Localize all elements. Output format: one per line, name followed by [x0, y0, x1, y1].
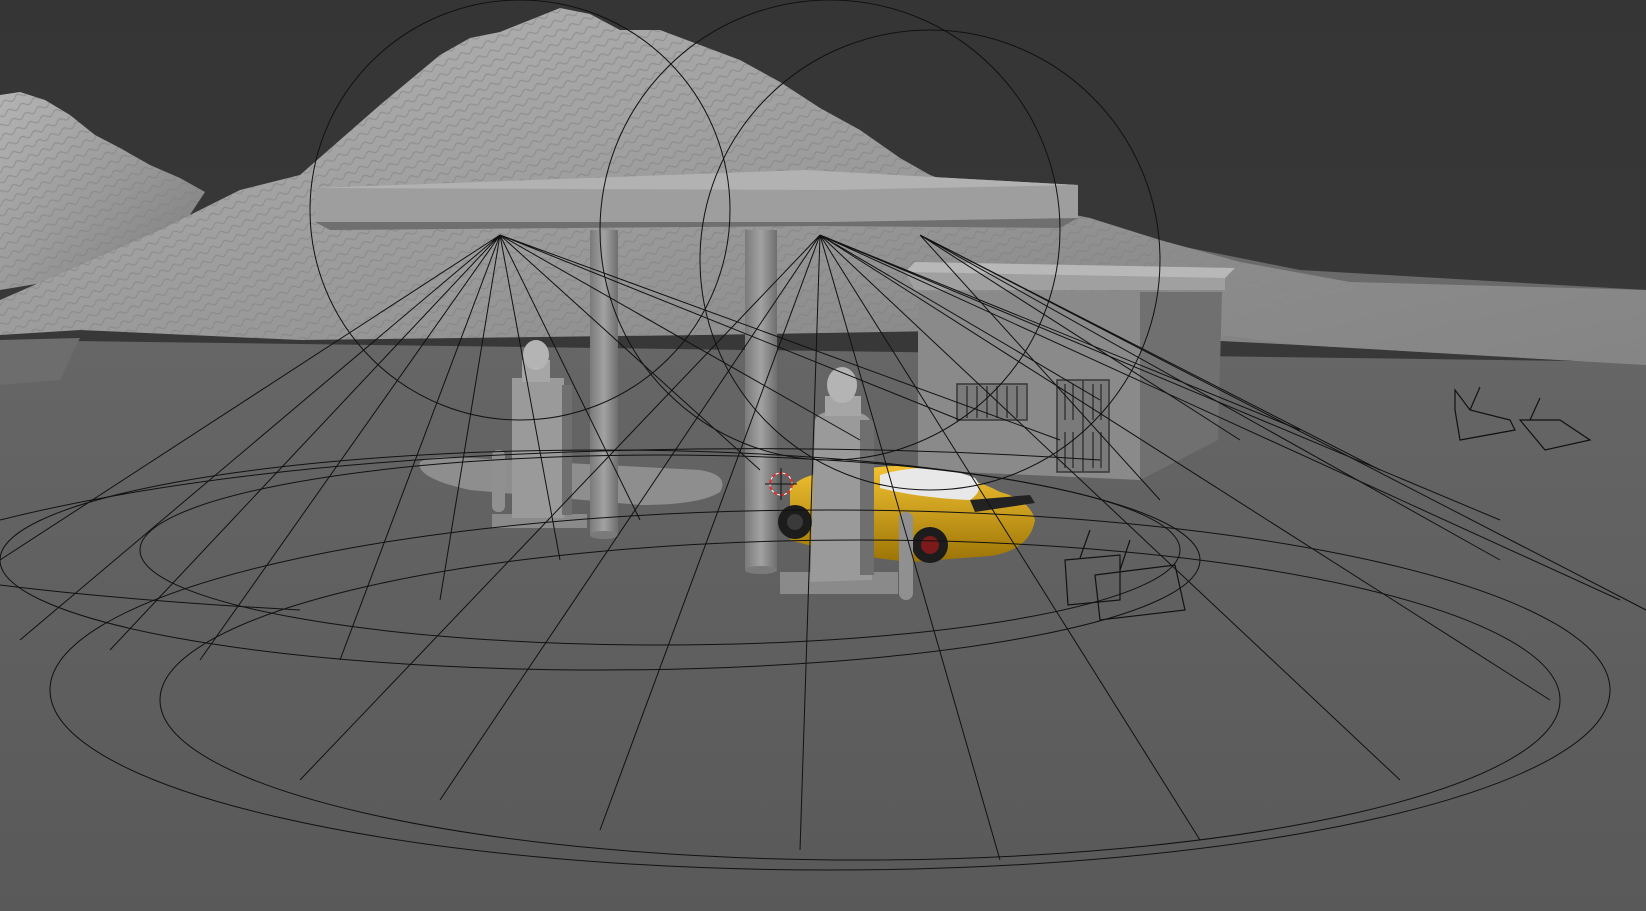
3d-viewport[interactable] — [0, 0, 1646, 911]
canopy-pillar-left — [590, 230, 618, 535]
canopy-pillar-right — [745, 230, 777, 570]
